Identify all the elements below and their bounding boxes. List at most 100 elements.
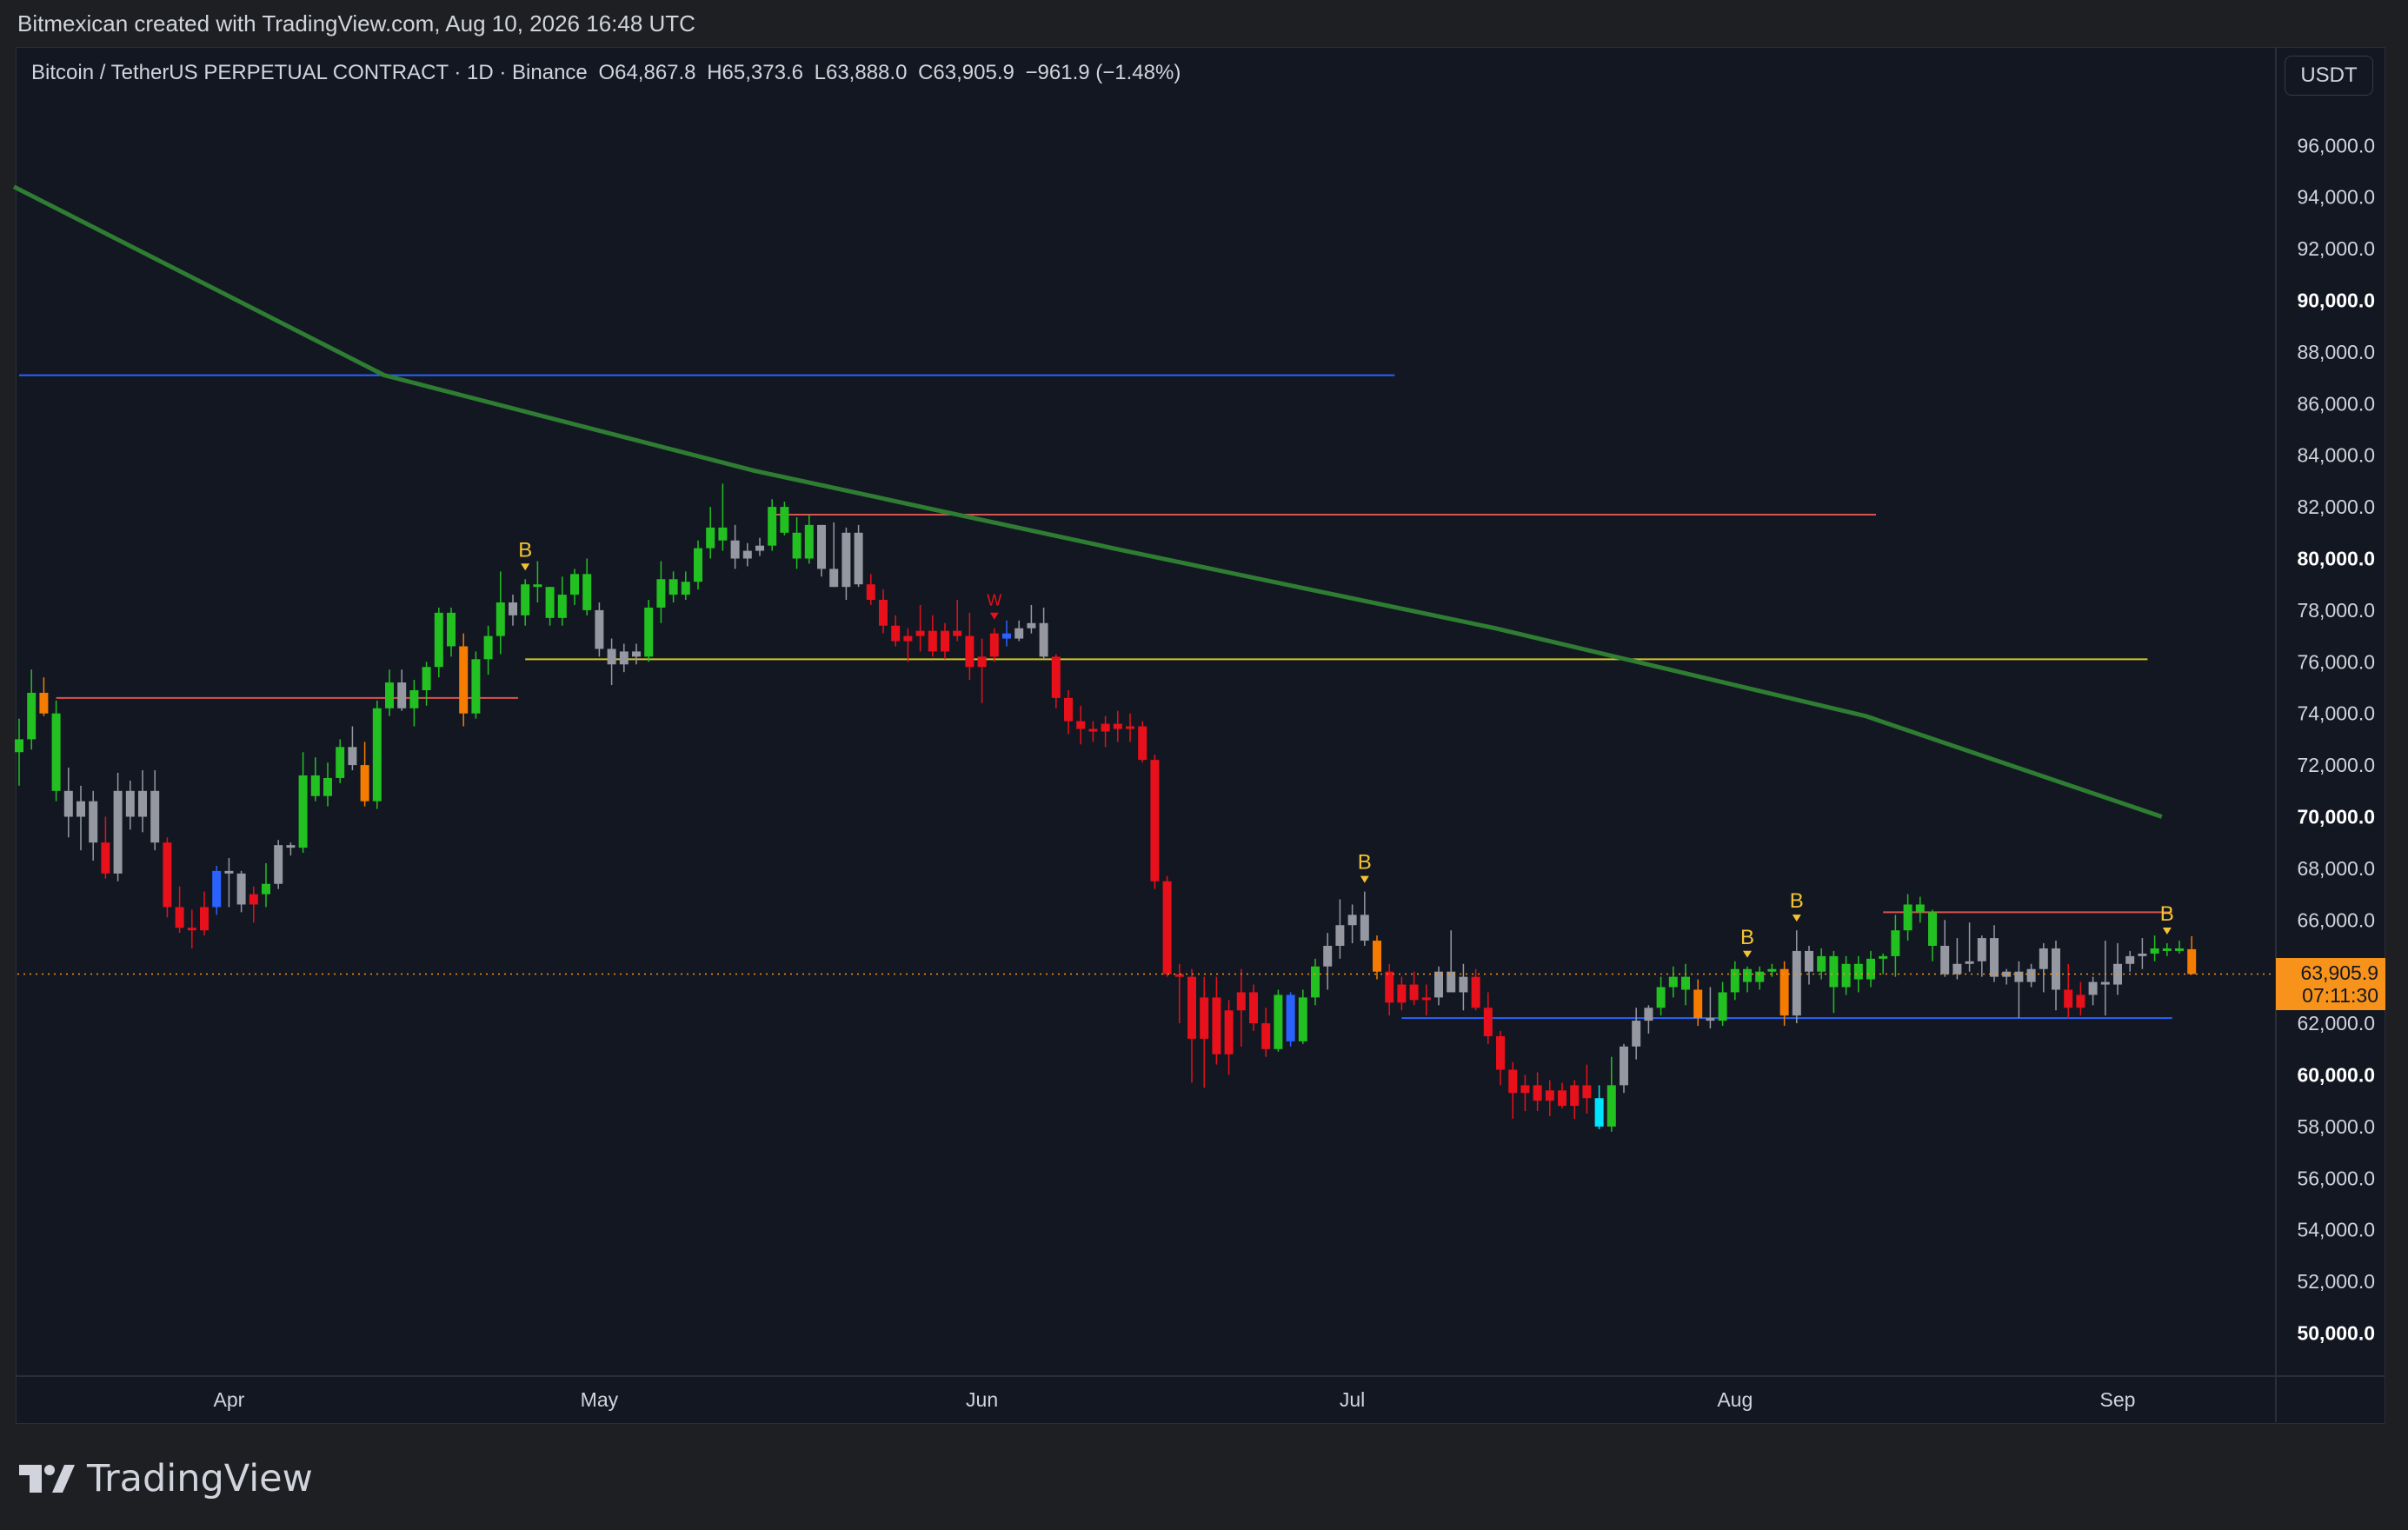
candle-body — [817, 524, 826, 569]
candle-body — [595, 609, 604, 649]
candle-body — [545, 587, 555, 618]
candle-body — [533, 584, 542, 588]
candle-body — [1447, 971, 1456, 993]
y-tick-label: 90,000.0 — [2297, 289, 2375, 312]
bar-countdown: 07:11:30 — [2302, 984, 2378, 1007]
candle-body — [1064, 697, 1073, 722]
candle-body — [1915, 904, 1925, 913]
candle-body — [557, 595, 567, 618]
candle-body — [1138, 726, 1147, 761]
candles — [15, 483, 2197, 1132]
candle-body — [150, 790, 160, 843]
candle-body — [866, 584, 875, 601]
y-tick-label: 68,000.0 — [2297, 857, 2375, 880]
candle-body — [2088, 981, 2098, 995]
candle-body — [1311, 966, 1320, 998]
candle-body — [669, 579, 678, 595]
candle-body — [841, 532, 851, 588]
candle-body — [953, 630, 962, 636]
candle-body — [101, 842, 110, 874]
candle-body — [1088, 728, 1098, 732]
signal-arrow — [2162, 928, 2172, 935]
candle-body — [471, 659, 481, 714]
candlestick-chart[interactable]: B B B B B W 96,000.0 94,000.0 92,000.0 90,000.0 8… — [0, 0, 2408, 1530]
high-value: H65,373.6 — [707, 61, 803, 84]
candle-body — [706, 527, 715, 549]
candle-body — [1779, 968, 1789, 1016]
candle-body — [1385, 971, 1394, 1003]
signal-arrow — [521, 563, 530, 571]
candle-body — [274, 845, 283, 884]
candle-body — [1200, 997, 1209, 1039]
candle-body — [2039, 948, 2048, 969]
ohlc-legend: Bitcoin / TetherUS PERPETUAL CONTRACT · … — [31, 61, 1186, 85]
candle-body — [1805, 950, 1813, 972]
candle-body — [1261, 1023, 1271, 1049]
tradingview-logo[interactable]: TradingView — [19, 1457, 313, 1500]
candle-body — [336, 747, 345, 778]
candle-body — [1520, 1085, 1530, 1094]
candle-body — [1286, 994, 1295, 1041]
signal-arrow — [989, 612, 999, 620]
close-value: C63,905.9 — [918, 61, 1014, 84]
candle-body — [323, 777, 332, 796]
y-tick-label: 52,000.0 — [2297, 1270, 2375, 1293]
footer — [0, 1426, 2408, 1530]
x-tick-label: Jul — [1340, 1388, 1365, 1411]
candle-body — [1903, 904, 1912, 931]
y-tick-label: 82,000.0 — [2297, 496, 2375, 518]
candle-body — [1187, 976, 1196, 1039]
candle-body — [1236, 992, 1246, 1011]
candle-body — [1620, 1046, 1628, 1086]
candle-body — [989, 633, 999, 657]
candle-body — [2125, 955, 2135, 964]
y-tick-label: 72,000.0 — [2297, 754, 2375, 776]
candle-body — [941, 630, 949, 652]
candle-body — [1335, 925, 1345, 946]
candle-body — [89, 801, 98, 843]
x-tick-label: Jun — [966, 1388, 998, 1411]
y-tick-label: 54,000.0 — [2297, 1219, 2375, 1241]
candle-body — [1459, 976, 1468, 993]
candle-body — [1101, 723, 1110, 732]
horizontal-levels — [19, 374, 2172, 1020]
candle-body — [829, 569, 839, 588]
x-tick-label: May — [581, 1388, 619, 1411]
signal-arrow — [1792, 915, 1801, 922]
currency-button[interactable]: USDT — [2285, 56, 2373, 96]
candle-body — [1841, 963, 1851, 988]
tradingview-logo-icon — [19, 1465, 75, 1493]
candle-body — [2064, 989, 2073, 1008]
candle-body — [1545, 1090, 1554, 1101]
candle-body — [2100, 981, 2110, 985]
candle-body — [1891, 930, 1900, 956]
tradingview-logo-text: TradingView — [87, 1457, 313, 1500]
candle-body — [1483, 1008, 1493, 1036]
candle-body — [521, 584, 530, 615]
candle-body — [965, 635, 975, 668]
low-value: L63,888.0 — [814, 61, 908, 84]
candle-body — [286, 845, 296, 848]
candle-body — [483, 635, 493, 660]
last-price-value: 63,905.9 — [2300, 961, 2378, 984]
candle-body — [1347, 915, 1357, 926]
candle-body — [1767, 968, 1777, 972]
x-tick-label: Aug — [1717, 1388, 1753, 1411]
candle-body — [1274, 994, 1283, 1049]
candle-body — [1434, 971, 1443, 998]
candle-body — [1706, 1018, 1715, 1021]
y-tick-label: 66,000.0 — [2297, 908, 2375, 931]
signal-label: B — [1740, 926, 1754, 949]
signal-arrow — [1743, 950, 1752, 958]
candle-body — [1644, 1008, 1653, 1021]
x-tick-label: Apr — [214, 1388, 245, 1411]
candle-body — [76, 801, 85, 817]
candle-body — [780, 507, 789, 533]
symbol-title[interactable]: Bitcoin / TetherUS PERPETUAL CONTRACT · … — [31, 61, 588, 84]
candle-body — [236, 873, 246, 905]
candle-body — [2026, 968, 2036, 982]
candle-body — [977, 656, 987, 668]
signal-label: W — [987, 592, 1001, 609]
y-tick-label: 80,000.0 — [2297, 548, 2375, 570]
candle-body — [891, 625, 901, 642]
